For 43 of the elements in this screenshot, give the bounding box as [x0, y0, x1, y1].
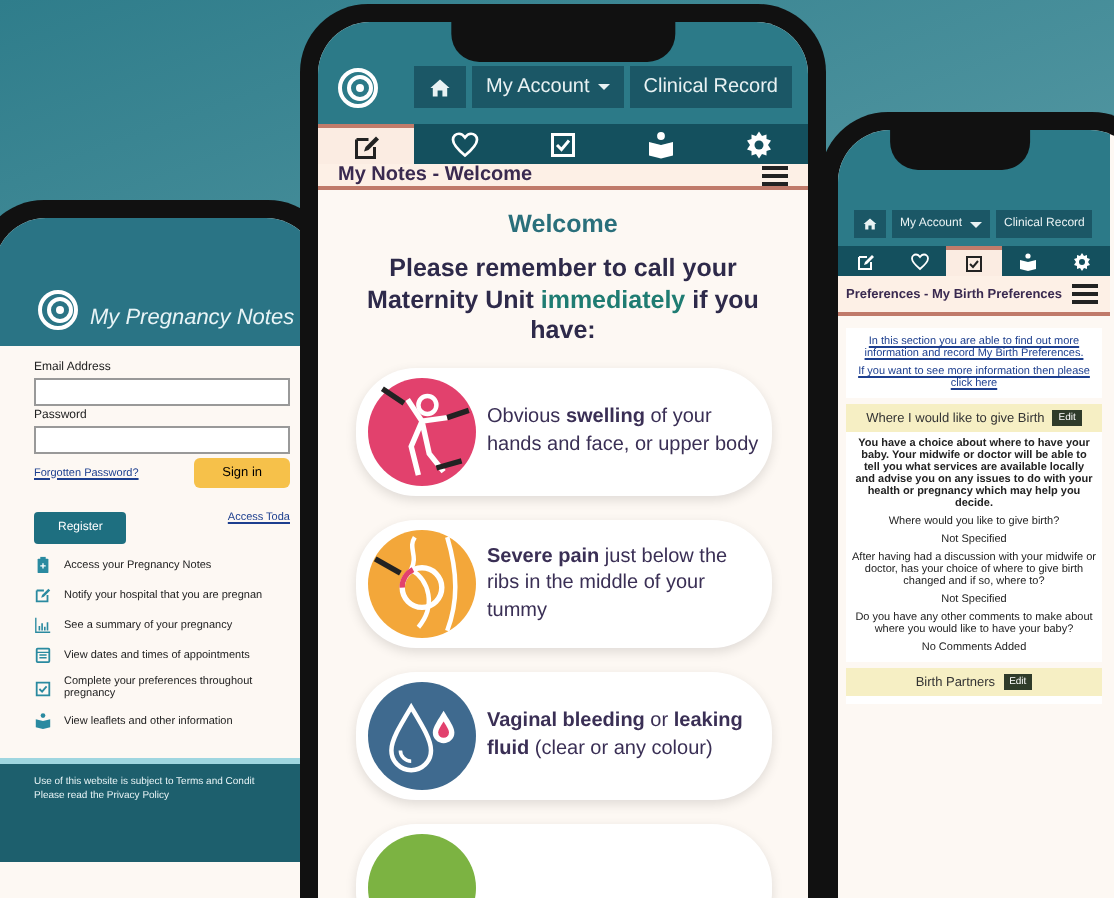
app-title: My Pregnancy Notes: [90, 306, 295, 330]
pencil-icon: [34, 586, 52, 604]
input-field[interactable]: [34, 426, 290, 454]
symptom-text: Severe pain just below the ribs in the middle of your tummy: [487, 543, 730, 625]
tab[interactable]: [946, 246, 1002, 276]
account-menu-button[interactable]: My Account: [472, 66, 624, 108]
page-title: My Notes - Welcome: [338, 164, 533, 186]
caret-icon: [970, 221, 983, 227]
checkbox-icon: [34, 679, 52, 697]
heart-icon: [449, 129, 480, 159]
checkbox-icon: [964, 253, 984, 273]
phone-notch: [889, 130, 1030, 170]
bar-chart-icon: [34, 616, 52, 634]
book-reader-icon: [34, 712, 52, 730]
settings-icon: [744, 129, 775, 159]
home-button[interactable]: [854, 210, 886, 238]
swelling-figure-icon: [367, 377, 475, 486]
warning-message: Please remember to call your Maternity Unit immediately if you have:: [365, 254, 761, 348]
home-icon: [862, 216, 878, 232]
book-reader-icon: [1018, 251, 1039, 271]
caret-icon: [597, 84, 610, 90]
menu-icon[interactable]: [1072, 284, 1098, 304]
symptom-text: Obvious swelling of your hands and face, or upper body: [487, 404, 759, 459]
pencil-icon: [855, 251, 876, 271]
heart-icon: [909, 251, 930, 271]
tab[interactable]: [318, 124, 415, 164]
symptom-text: Vaginal bleeding or leaking fluid (clear or any colour): [487, 708, 745, 763]
pencil-icon: [351, 131, 382, 161]
menu-icon[interactable]: [762, 165, 788, 185]
calendar-icon: [34, 646, 52, 664]
nav-button[interactable]: Clinical Record: [629, 66, 792, 108]
book-reader-icon: [646, 129, 677, 159]
settings-icon: [1072, 251, 1093, 271]
pregnant-belly-icon: [367, 529, 475, 638]
home-button[interactable]: [414, 66, 467, 108]
logo-icon: [338, 68, 378, 108]
logo-icon: [38, 290, 78, 330]
checkbox-icon: [548, 129, 578, 159]
drops-icon: [367, 681, 475, 790]
welcome-heading: Welcome: [508, 210, 618, 238]
clipboard-icon: [34, 556, 52, 574]
home-icon: [428, 75, 453, 99]
input-field[interactable]: [34, 378, 290, 406]
